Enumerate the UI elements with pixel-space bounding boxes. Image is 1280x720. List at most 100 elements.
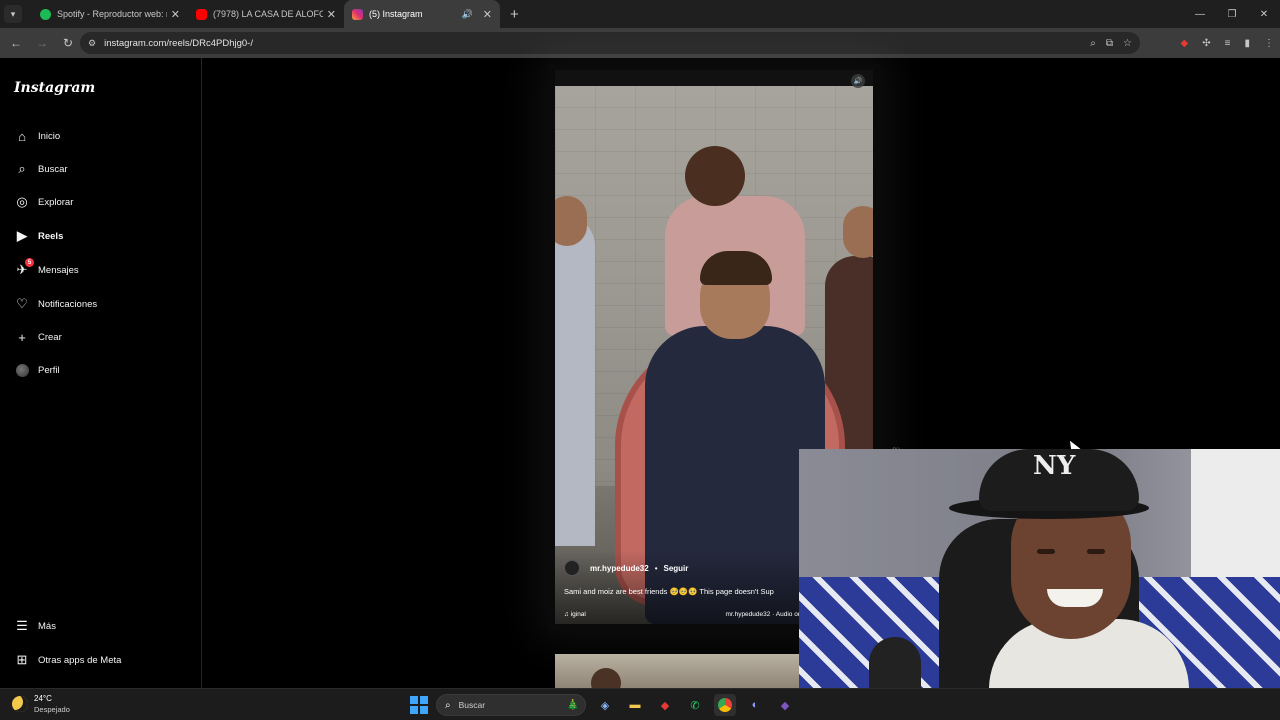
taskbar: 24°C Despejado ⌕ Buscar 🎄 ◈ ▬ ◆ ✆ ◐ ◆ xyxy=(0,688,1280,720)
reload-icon[interactable]: ↻ xyxy=(56,31,80,55)
close-window-icon[interactable]: ✕ xyxy=(1248,0,1280,28)
search-icon: ⌕ xyxy=(445,699,451,711)
sidebar-item-notificaciones[interactable]: ♡ Notificaciones xyxy=(14,294,97,314)
browser-toolbar: ← → ↻ ⚙ instagram.com/reels/DRc4PDhjg0-/… xyxy=(0,28,1280,58)
address-bar[interactable]: ⚙ instagram.com/reels/DRc4PDhjg0-/ ⌕ ⧉ ☆ xyxy=(80,32,1140,54)
weather-widget[interactable]: 24°C Despejado xyxy=(12,693,70,715)
omnibox-actions: ⌕ ⧉ ☆ xyxy=(1090,32,1132,54)
sidebar-item-label: Perfil xyxy=(38,364,60,376)
tab-close-icon[interactable]: ✕ xyxy=(483,8,492,21)
tab-instagram[interactable]: (5) Instagram 🔊 ✕ xyxy=(344,0,500,28)
reel-audio[interactable]: ♫ iginal mr.hypedude32 · Audio or xyxy=(564,611,800,618)
reel-header xyxy=(555,70,873,86)
messenger-icon: ✈ 5 xyxy=(14,258,34,278)
zoom-icon[interactable]: ⌕ xyxy=(1090,38,1096,49)
sidebar-item-explorar[interactable]: ◎ Explorar xyxy=(14,192,73,212)
profile-icon[interactable]: ▮ xyxy=(1244,38,1250,49)
sidebar-item-label: Inicio xyxy=(38,130,61,142)
window-controls: — ❐ ✕ xyxy=(1184,0,1280,28)
sidebar-item-crear[interactable]: + Crear xyxy=(14,327,62,347)
volume-icon[interactable]: 🔊 xyxy=(851,74,865,88)
reel-author: mr.hypedude32 • Seguir xyxy=(564,560,688,576)
url-text: instagram.com/reels/DRc4PDhjg0-/ xyxy=(104,37,253,49)
reels-icon: ▶ xyxy=(17,228,27,243)
audio-left-text: iginal xyxy=(570,611,586,618)
tab-close-icon[interactable]: ✕ xyxy=(171,8,180,21)
discord-icon[interactable]: ◐ xyxy=(744,694,766,716)
taskbar-search[interactable]: ⌕ Buscar 🎄 xyxy=(436,694,586,716)
tab-youtube[interactable]: (7978) LA CASA DE ALOFOKE 2 ✕ xyxy=(188,0,344,28)
new-tab-button[interactable]: + xyxy=(510,6,519,23)
screen: ▾ Spotify - Reproductor web: mú ✕ (7978)… xyxy=(0,0,1280,720)
sidebar-item-inicio[interactable]: ⌂ Inicio xyxy=(14,126,60,146)
sidebar-item-label: Reels xyxy=(38,230,64,242)
taskbar-center: ⌕ Buscar 🎄 ◈ ▬ ◆ ✆ ◐ ◆ xyxy=(410,693,796,717)
app-red-icon[interactable]: ◆ xyxy=(654,694,676,716)
notification-badge: 5 xyxy=(25,258,34,267)
install-app-icon[interactable]: ⧉ xyxy=(1106,38,1113,49)
sidebar-item-mas[interactable]: ☰ Más xyxy=(14,616,56,636)
temperature: 24°C xyxy=(34,694,52,703)
sidebar-item-mensajes[interactable]: ✈ 5 Mensajes xyxy=(14,258,79,280)
sidebar-item-label: Mensajes xyxy=(38,264,79,276)
sidebar-item-label: Notificaciones xyxy=(38,298,98,310)
sidebar-item-label: Crear xyxy=(38,331,62,343)
next-reel-preview[interactable] xyxy=(555,654,799,688)
browser-extensions: ◆ ✣ ≡ ▮ ⋮ xyxy=(1181,32,1274,54)
follow-button[interactable]: Seguir xyxy=(664,564,689,573)
reel-caption[interactable]: Sami and moiz are best friends 🥺🥺🥺 This … xyxy=(564,587,800,596)
windows-start-icon[interactable] xyxy=(410,696,428,714)
search-icon: ⌕ xyxy=(18,161,26,176)
apps-icon: ⊞ xyxy=(16,652,28,667)
sidebar-item-buscar[interactable]: ⌕ Buscar xyxy=(14,159,68,179)
tab-title: Spotify - Reproductor web: mú xyxy=(57,9,167,19)
audio-right-text: mr.hypedude32 · Audio or xyxy=(725,611,800,618)
tab-title: (7978) LA CASA DE ALOFOKE 2 xyxy=(213,9,323,19)
tab-spotify[interactable]: Spotify - Reproductor web: mú ✕ xyxy=(32,0,188,28)
browser-tab-strip: ▾ Spotify - Reproductor web: mú ✕ (7978)… xyxy=(0,0,1280,28)
music-note-icon: ♫ xyxy=(564,611,571,618)
separator: • xyxy=(654,563,658,573)
copilot-icon[interactable]: ◈ xyxy=(594,694,616,716)
avatar[interactable] xyxy=(564,560,580,576)
minimize-icon[interactable]: — xyxy=(1184,0,1216,28)
browser-menu-icon[interactable]: ⋮ xyxy=(1264,38,1274,49)
cap-logo: NY xyxy=(1033,451,1076,481)
media-control-icon[interactable]: ≡ xyxy=(1225,38,1231,49)
search-highlight-icon: 🎄 xyxy=(566,699,579,711)
sidebar-item-label: Buscar xyxy=(38,163,68,175)
menu-icon: ☰ xyxy=(16,618,28,633)
weather-condition: Despejado xyxy=(34,705,70,714)
speaker-icon[interactable]: 🔊 xyxy=(462,9,473,20)
file-explorer-icon[interactable]: ▬ xyxy=(624,694,646,716)
home-icon: ⌂ xyxy=(18,128,26,144)
compass-icon: ◎ xyxy=(16,194,28,209)
app-blue-icon[interactable]: ◆ xyxy=(774,694,796,716)
instagram-sidebar: Instagram ⌂ Inicio ⌕ Buscar ◎ Explorar ▶… xyxy=(0,58,202,688)
instagram-logo[interactable]: Instagram xyxy=(14,80,95,96)
site-info-icon[interactable]: ⚙ xyxy=(88,38,96,49)
sidebar-item-reels[interactable]: ▶ Reels xyxy=(14,226,63,246)
extensions-puzzle-icon[interactable]: ✣ xyxy=(1202,38,1210,49)
chrome-icon[interactable] xyxy=(714,694,736,716)
search-placeholder: Buscar xyxy=(458,700,486,710)
bookmark-star-icon[interactable]: ☆ xyxy=(1123,38,1132,49)
reel-username[interactable]: mr.hypedude32 xyxy=(590,564,649,573)
forward-icon[interactable]: → xyxy=(30,31,54,55)
youtube-favicon-icon xyxy=(196,8,207,20)
restore-icon[interactable]: ❐ xyxy=(1216,0,1248,28)
audio-left: ♫ iginal xyxy=(564,611,586,618)
back-icon[interactable]: ← xyxy=(4,31,28,55)
extension-red-icon[interactable]: ◆ xyxy=(1181,38,1189,49)
sidebar-item-label: Explorar xyxy=(38,196,74,208)
tab-search-icon[interactable]: ▾ xyxy=(4,5,22,23)
avatar xyxy=(14,362,30,378)
sidebar-item-perfil[interactable]: Perfil xyxy=(14,360,60,380)
sidebar-item-otras-apps[interactable]: ⊞ Otras apps de Meta xyxy=(14,650,122,670)
plus-icon: + xyxy=(18,329,26,345)
tab-close-icon[interactable]: ✕ xyxy=(327,8,336,21)
whatsapp-icon[interactable]: ✆ xyxy=(684,694,706,716)
sidebar-item-label: Más xyxy=(38,620,56,632)
webcam-overlay: NY xyxy=(799,449,1280,688)
heart-icon: ♡ xyxy=(16,296,28,311)
